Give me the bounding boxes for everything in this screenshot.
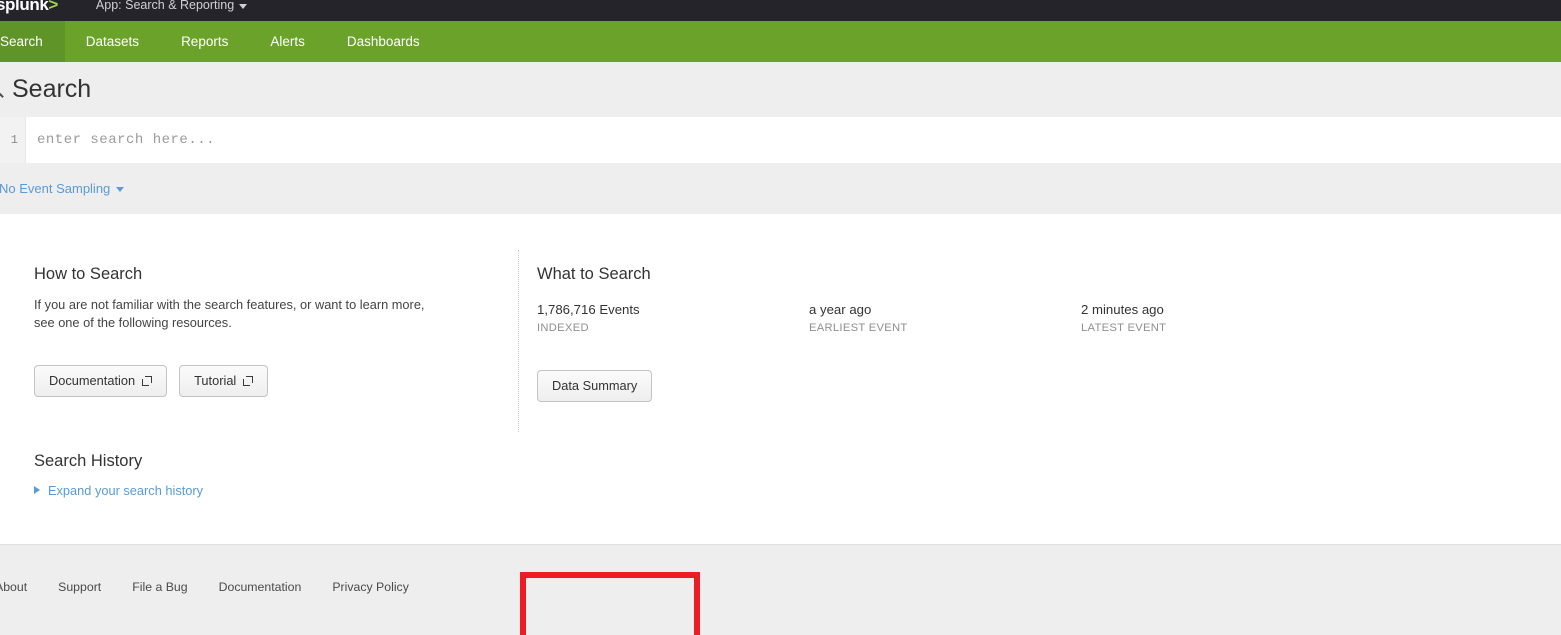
external-link-icon <box>243 375 254 386</box>
nav-label: Alerts <box>270 34 305 49</box>
what-to-search-heading: What to Search <box>537 265 651 283</box>
page-title: Search <box>12 75 92 103</box>
documentation-button[interactable]: Documentation <box>34 364 168 397</box>
chevron-down-icon <box>116 187 125 192</box>
stat-value: 2 minutes ago <box>1081 301 1164 317</box>
nav-item-search[interactable]: Search <box>0 21 65 62</box>
nav-item-dashboards[interactable]: Dashboards <box>326 21 441 62</box>
footer: About Support File a Bug Documentation P… <box>0 545 1561 635</box>
what-to-search-panel: What to Search 1,786,716 Events INDEXED … <box>537 265 1437 402</box>
how-to-search-buttons: Documentation Tutorial <box>34 364 484 397</box>
event-sampling-bar: No Event Sampling <box>0 163 1561 215</box>
chevron-down-icon <box>239 3 248 9</box>
page-title-wrap: Search <box>0 77 91 102</box>
stat-label: EARLIEST EVENT <box>809 321 908 334</box>
stat-latest-event: 2 minutes ago LATEST EVENT <box>1081 300 1353 338</box>
nav-label: Search <box>0 34 43 49</box>
search-input[interactable] <box>26 117 1561 163</box>
documentation-button-label: Documentation <box>49 373 136 389</box>
nav-label: Reports <box>181 34 229 49</box>
stat-value: 1,786,716 Events <box>537 301 640 317</box>
event-sampling-dropdown[interactable]: No Event Sampling <box>0 181 125 196</box>
logo-text: splunk <box>0 0 49 14</box>
footer-link-privacy-policy[interactable]: Privacy Policy <box>332 580 409 594</box>
expand-search-history-link[interactable]: Expand your search history <box>34 483 484 498</box>
tutorial-button[interactable]: Tutorial <box>179 364 269 397</box>
nav-label: Datasets <box>85 34 140 49</box>
chevron-right-icon <box>34 486 40 495</box>
footer-link-file-a-bug[interactable]: File a Bug <box>132 580 187 594</box>
search-history-heading: Search History <box>34 452 143 470</box>
app-bar: splunk> App: Search & Reporting <box>0 0 1561 22</box>
search-line-number: 1 <box>0 117 26 163</box>
app-selector-menu[interactable]: App: Search & Reporting <box>95 0 248 22</box>
event-sampling-label: No Event Sampling <box>0 181 111 196</box>
footer-link-about[interactable]: About <box>0 580 27 594</box>
search-icon <box>0 82 5 97</box>
how-to-search-body: If you are not familiar with the search … <box>34 296 425 331</box>
search-history-panel: Search History Expand your search histor… <box>34 452 484 498</box>
nav-item-datasets[interactable]: Datasets <box>65 21 160 62</box>
data-summary-button-row: Data Summary <box>537 369 1437 402</box>
stat-label: LATEST EVENT <box>1081 321 1167 334</box>
page-title-bar: Search <box>0 62 1561 118</box>
stat-indexed: 1,786,716 Events INDEXED <box>537 300 809 338</box>
footer-link-support[interactable]: Support <box>58 580 101 594</box>
main-navigation: Search Datasets Reports Alerts Dashboard… <box>0 21 1561 62</box>
splunk-search-page: splunk> App: Search & Reporting Search D… <box>0 0 1561 635</box>
tutorial-button-label: Tutorial <box>194 373 237 389</box>
app-selector-label: App: Search & Reporting <box>95 0 235 12</box>
logo-mark: > <box>48 0 58 14</box>
how-to-search-heading: How to Search <box>34 265 143 283</box>
nav-item-alerts[interactable]: Alerts <box>249 21 326 62</box>
stat-earliest-event: a year ago EARLIEST EVENT <box>809 300 1081 338</box>
nav-item-reports[interactable]: Reports <box>160 21 249 62</box>
column-divider <box>518 250 519 432</box>
splunk-logo[interactable]: splunk> <box>0 0 58 22</box>
footer-link-documentation[interactable]: Documentation <box>219 580 302 594</box>
stat-label: INDEXED <box>537 321 589 334</box>
main-content: How to Search If you are not familiar wi… <box>0 214 1561 635</box>
nav-label: Dashboards <box>346 34 420 49</box>
expand-search-history-label: Expand your search history <box>48 482 204 498</box>
event-stats: 1,786,716 Events INDEXED a year ago EARL… <box>537 300 1437 338</box>
footer-links: About Support File a Bug Documentation P… <box>0 580 409 594</box>
search-bar-row: 1 <box>0 117 1561 164</box>
data-summary-button[interactable]: Data Summary <box>537 369 653 402</box>
how-to-search-panel: How to Search If you are not familiar wi… <box>34 265 484 397</box>
external-link-icon <box>142 375 153 386</box>
stat-value: a year ago <box>809 301 872 317</box>
